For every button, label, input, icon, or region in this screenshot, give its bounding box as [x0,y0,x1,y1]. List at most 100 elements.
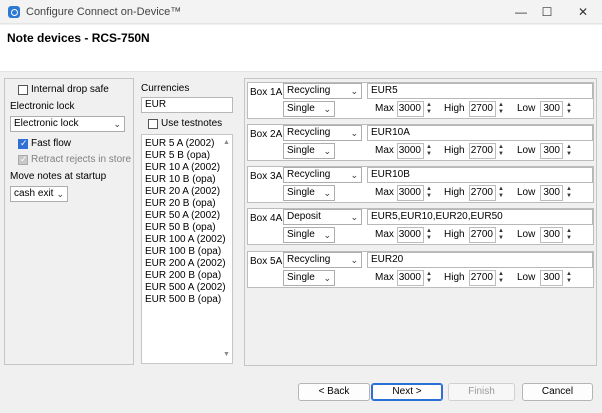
spin-arrows-icon[interactable]: ▲ ▼ [565,228,573,242]
box-notes-input[interactable]: EUR5 [367,83,593,99]
box-name: Box 5A [250,256,283,267]
maximize-icon[interactable]: ☐ [538,4,556,20]
low-input[interactable]: 300 [540,270,563,286]
chevron-down-icon: ⌄ [323,273,331,283]
list-item[interactable]: EUR 200 A (2002) [145,258,226,269]
spin-arrows-icon[interactable]: ▲ ▼ [565,102,573,116]
high-input[interactable]: 2700 [469,143,496,159]
app-icon [8,6,20,18]
box-type-value: Single [287,229,315,240]
max-input[interactable]: 3000 [397,270,424,286]
scroll-up-icon[interactable]: ▲ [223,139,230,146]
move-notes-label: Move notes at startup [10,171,107,182]
scroll-down-icon[interactable]: ▼ [223,351,230,358]
spin-arrows-icon[interactable]: ▲ ▼ [565,271,573,285]
box-notes-input[interactable]: EUR10A [367,125,593,141]
list-item[interactable]: EUR 500 B (opa) [145,294,221,305]
spin-arrows-icon[interactable]: ▲ ▼ [497,228,505,242]
box-type-dropdown[interactable]: Single ⌄ [283,185,335,201]
box-type-dropdown[interactable]: Single ⌄ [283,143,335,159]
spin-arrows-icon[interactable]: ▲ ▼ [565,144,573,158]
box-type-value: Single [287,103,315,114]
spin-arrows-icon[interactable]: ▲ ▼ [497,144,505,158]
back-button[interactable]: < Back [298,383,370,401]
spin-arrows-icon[interactable]: ▲ ▼ [425,186,433,200]
high-input[interactable]: 2700 [469,270,496,286]
list-item[interactable]: EUR 50 B (opa) [145,222,216,233]
spin-arrows-icon[interactable]: ▲ ▼ [565,186,573,200]
list-item[interactable]: EUR 20 B (opa) [145,198,216,209]
box-mode-value: Recycling [287,85,331,96]
list-item[interactable]: EUR 5 A (2002) [145,138,214,149]
low-input[interactable]: 300 [540,101,563,117]
spin-arrows-icon[interactable]: ▲ ▼ [425,228,433,242]
list-item[interactable]: EUR 10 B (opa) [145,174,216,185]
box-notes-input[interactable]: EUR5,EUR10,EUR20,EUR50 [367,209,593,225]
chevron-down-icon: ⌄ [350,212,358,222]
retract-rejects-checkbox[interactable] [18,154,28,165]
fast-flow-label: Fast flow [31,138,72,149]
max-label: Max [375,145,394,156]
internal-drop-safe-checkbox[interactable] [18,85,28,95]
move-notes-dropdown[interactable]: cash exit ⌄ [10,186,68,202]
max-label: Max [375,187,394,198]
max-label: Max [375,272,394,283]
low-label: Low [517,145,536,156]
max-input[interactable]: 3000 [397,143,424,159]
box-type-value: Single [287,145,315,156]
high-input[interactable]: 2700 [469,185,496,201]
spin-arrows-icon[interactable]: ▲ ▼ [497,186,505,200]
use-testnotes-checkbox[interactable] [148,119,158,129]
spin-arrows-icon[interactable]: ▲ ▼ [497,102,505,116]
box-type-dropdown[interactable]: Single ⌄ [283,101,335,117]
high-label: High [444,145,465,156]
note-type-list[interactable]: EUR 5 A (2002) EUR 5 B (opa) EUR 10 A (2… [141,134,233,364]
box-name: Box 3A [250,171,283,182]
max-input[interactable]: 3000 [397,101,424,117]
high-input[interactable]: 2700 [469,101,496,117]
page-title: Note devices - RCS-750N [7,31,150,45]
box-notes-input[interactable]: EUR10B [367,167,593,183]
minimize-icon[interactable]: — [512,4,530,20]
list-item[interactable]: EUR 500 A (2002) [145,282,226,293]
cancel-button[interactable]: Cancel [522,383,593,401]
low-label: Low [517,187,536,198]
low-input[interactable]: 300 [540,185,563,201]
spin-arrows-icon[interactable]: ▲ ▼ [425,144,433,158]
close-icon[interactable]: ✕ [574,4,592,20]
box-mode-dropdown[interactable]: Recycling ⌄ [283,167,362,183]
list-item[interactable]: EUR 100 A (2002) [145,234,226,245]
low-input[interactable]: 300 [540,143,563,159]
list-item[interactable]: EUR 10 A (2002) [145,162,220,173]
spin-arrows-icon[interactable]: ▲ ▼ [425,271,433,285]
box-mode-dropdown[interactable]: Recycling ⌄ [283,252,362,268]
box-type-dropdown[interactable]: Single ⌄ [283,270,335,286]
electronic-lock-dropdown[interactable]: Electronic lock ⌄ [10,116,125,132]
list-item[interactable]: EUR 20 A (2002) [145,186,220,197]
high-input[interactable]: 2700 [469,227,496,243]
chevron-down-icon: ⌄ [350,128,358,138]
list-item[interactable]: EUR 100 B (opa) [145,246,221,257]
fast-flow-checkbox[interactable] [18,138,28,149]
next-button[interactable]: Next > [371,383,443,401]
box-mode-dropdown[interactable]: Recycling ⌄ [283,83,362,99]
box-mode-value: Recycling [287,169,331,180]
list-item[interactable]: EUR 200 B (opa) [145,270,221,281]
box-notes-input[interactable]: EUR20 [367,252,593,268]
box-mode-dropdown[interactable]: Recycling ⌄ [283,125,362,141]
low-label: Low [517,272,536,283]
spin-arrows-icon[interactable]: ▲ ▼ [425,102,433,116]
list-item[interactable]: EUR 50 A (2002) [145,210,220,221]
max-label: Max [375,229,394,240]
chevron-down-icon: ⌄ [350,86,358,96]
finish-button[interactable]: Finish [448,383,515,401]
max-input[interactable]: 3000 [397,185,424,201]
high-label: High [444,229,465,240]
low-input[interactable]: 300 [540,227,563,243]
currency-input[interactable]: EUR [141,97,233,113]
list-item[interactable]: EUR 5 B (opa) [145,150,210,161]
max-input[interactable]: 3000 [397,227,424,243]
spin-arrows-icon[interactable]: ▲ ▼ [497,271,505,285]
box-mode-dropdown[interactable]: Deposit ⌄ [283,209,362,225]
box-type-dropdown[interactable]: Single ⌄ [283,227,335,243]
